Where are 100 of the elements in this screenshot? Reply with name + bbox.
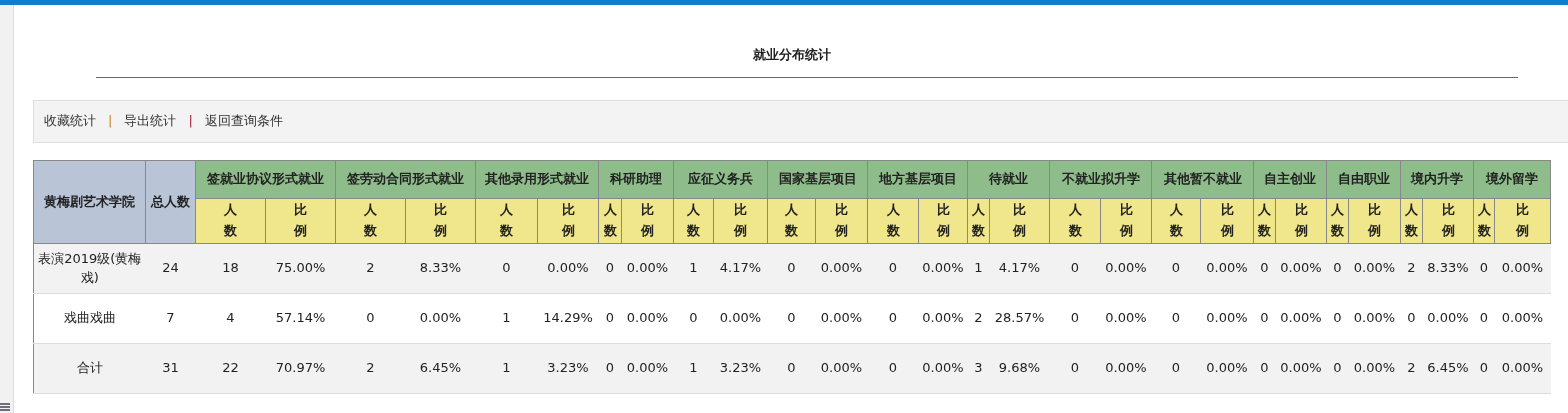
header-cell-text: 比例 <box>294 200 307 240</box>
table-cell: 0 <box>1253 293 1276 343</box>
table-cell: 0.00% <box>1100 293 1152 343</box>
table-cell: 0.00% <box>1422 293 1474 343</box>
table-cell: 0 <box>1400 293 1423 343</box>
table-cell: 0 <box>335 293 406 343</box>
header-cell: 科研助理 <box>598 160 674 198</box>
separator: | <box>108 112 113 131</box>
table-cell: 6.45% <box>405 343 476 393</box>
table-cell: 0.00% <box>918 293 968 343</box>
table-cell: 0.00% <box>1494 293 1551 343</box>
header-cell: 黄梅剧艺术学院 <box>33 160 146 243</box>
toolbar-link[interactable]: 返回查询条件 <box>204 111 283 131</box>
header-cell-text: 人数 <box>785 200 798 240</box>
table-cell: 0 <box>1326 293 1349 343</box>
header-cell-text: 比例 <box>1013 200 1026 240</box>
table-cell: 3.23% <box>537 343 599 393</box>
table-cell: 0 <box>598 343 622 393</box>
table-cell: 0 <box>1326 243 1349 293</box>
header-cell: 其他暂不就业 <box>1151 160 1254 198</box>
table-cell: 0 <box>767 243 816 293</box>
header-cell-text: 人数 <box>1258 200 1271 240</box>
header-cell-text: 人数 <box>1477 200 1491 240</box>
header-cell-text: 人数 <box>687 200 700 240</box>
table-cell: 0 <box>1473 293 1495 343</box>
header-cell: 境外留学 <box>1473 160 1551 198</box>
table-cell: 4.17% <box>989 243 1050 293</box>
table-cell: 0.00% <box>621 293 674 343</box>
table-cell: 0.00% <box>918 243 968 293</box>
table-cell: 合计 <box>33 343 146 393</box>
table-cell: 0.00% <box>815 343 868 393</box>
header-cell-text: 比例 <box>1516 200 1529 240</box>
table-cell: 0.00% <box>1200 343 1254 393</box>
table-cell: 0.00% <box>1348 293 1401 343</box>
table-cell: 0.00% <box>815 243 868 293</box>
table-cell: 1 <box>967 243 990 293</box>
table-cell: 2 <box>967 293 990 343</box>
table-cell: 0 <box>867 343 919 393</box>
table-cell: 0.00% <box>621 243 674 293</box>
table-cell: 0.00% <box>713 293 768 343</box>
toolbar-link[interactable]: 导出统计 <box>124 111 177 131</box>
separator: | <box>188 112 193 131</box>
table-cell: 28.57% <box>989 293 1050 343</box>
table-cell: 0 <box>598 293 622 343</box>
header-cell-text: 人数 <box>364 200 377 240</box>
header-cell-text: 人数 <box>500 200 513 240</box>
header-cell-text: 比例 <box>734 200 747 240</box>
table-cell: 0.00% <box>1200 293 1254 343</box>
table-cell: 0 <box>1473 243 1495 293</box>
table-cell: 0 <box>1049 293 1101 343</box>
table-cell: 0 <box>673 293 714 343</box>
table-cell: 0.00% <box>1275 343 1327 393</box>
header-cell-text: 人数 <box>1405 200 1418 240</box>
table-cell: 0.00% <box>815 293 868 343</box>
table-cell: 0.00% <box>621 343 674 393</box>
table-cell: 0.00% <box>1100 243 1152 293</box>
table-cell: 0 <box>867 293 919 343</box>
report-title: 就业分布统计 <box>751 46 832 64</box>
table-cell: 0.00% <box>405 293 476 343</box>
table-cell: 22 <box>195 343 266 393</box>
table-cell: 1 <box>673 343 714 393</box>
table-cell: 2 <box>1400 343 1423 393</box>
table-cell: 4.17% <box>713 243 768 293</box>
header-cell-text: 比例 <box>641 200 654 240</box>
table-cell: 24 <box>145 243 196 293</box>
table-cell: 0 <box>767 293 816 343</box>
table-cell: 0 <box>1253 343 1276 393</box>
table-cell: 0 <box>1253 243 1276 293</box>
menu-icon[interactable] <box>0 403 10 411</box>
table-cell: 0 <box>1473 343 1495 393</box>
table-cell: 1 <box>475 293 538 343</box>
table-cell: 0 <box>1151 343 1201 393</box>
header-cell: 签就业协议形式就业 <box>195 160 336 198</box>
table-cell: 0 <box>1049 243 1101 293</box>
table-cell: 7 <box>145 293 196 343</box>
header-cell: 境内升学 <box>1400 160 1474 198</box>
header-cell: 国家基层项目 <box>767 160 868 198</box>
table-cell: 0.00% <box>1494 243 1551 293</box>
table-cell: 2 <box>335 243 406 293</box>
table-cell: 戏曲戏曲 <box>33 293 146 343</box>
header-cell: 签劳动合同形式就业 <box>335 160 476 198</box>
header-cell: 不就业拟升学 <box>1049 160 1152 198</box>
table-cell: 70.97% <box>265 343 336 393</box>
toolbar-link[interactable]: 收藏统计 <box>44 111 96 131</box>
table-cell: 6.45% <box>1422 343 1474 393</box>
table-cell: 9.68% <box>989 343 1050 393</box>
table-cell: 表演2019级(黄梅戏) <box>33 243 146 293</box>
table-cell: 0 <box>598 243 622 293</box>
header-cell: 自主创业 <box>1253 160 1327 198</box>
header-cell-text: 比例 <box>1368 200 1381 240</box>
header-cell-text: 比例 <box>835 200 848 240</box>
header-cell-text: 比例 <box>1294 200 1308 240</box>
header-cell-text: 比例 <box>936 200 950 240</box>
table-cell: 75.00% <box>265 243 336 293</box>
table-cell: 0.00% <box>1200 243 1254 293</box>
header-cell: 自由职业 <box>1326 160 1401 198</box>
header-cell: 其他录用形式就业 <box>475 160 599 198</box>
table-cell: 0 <box>1049 343 1101 393</box>
table-cell: 18 <box>195 243 266 293</box>
table-cell: 2 <box>1400 243 1423 293</box>
